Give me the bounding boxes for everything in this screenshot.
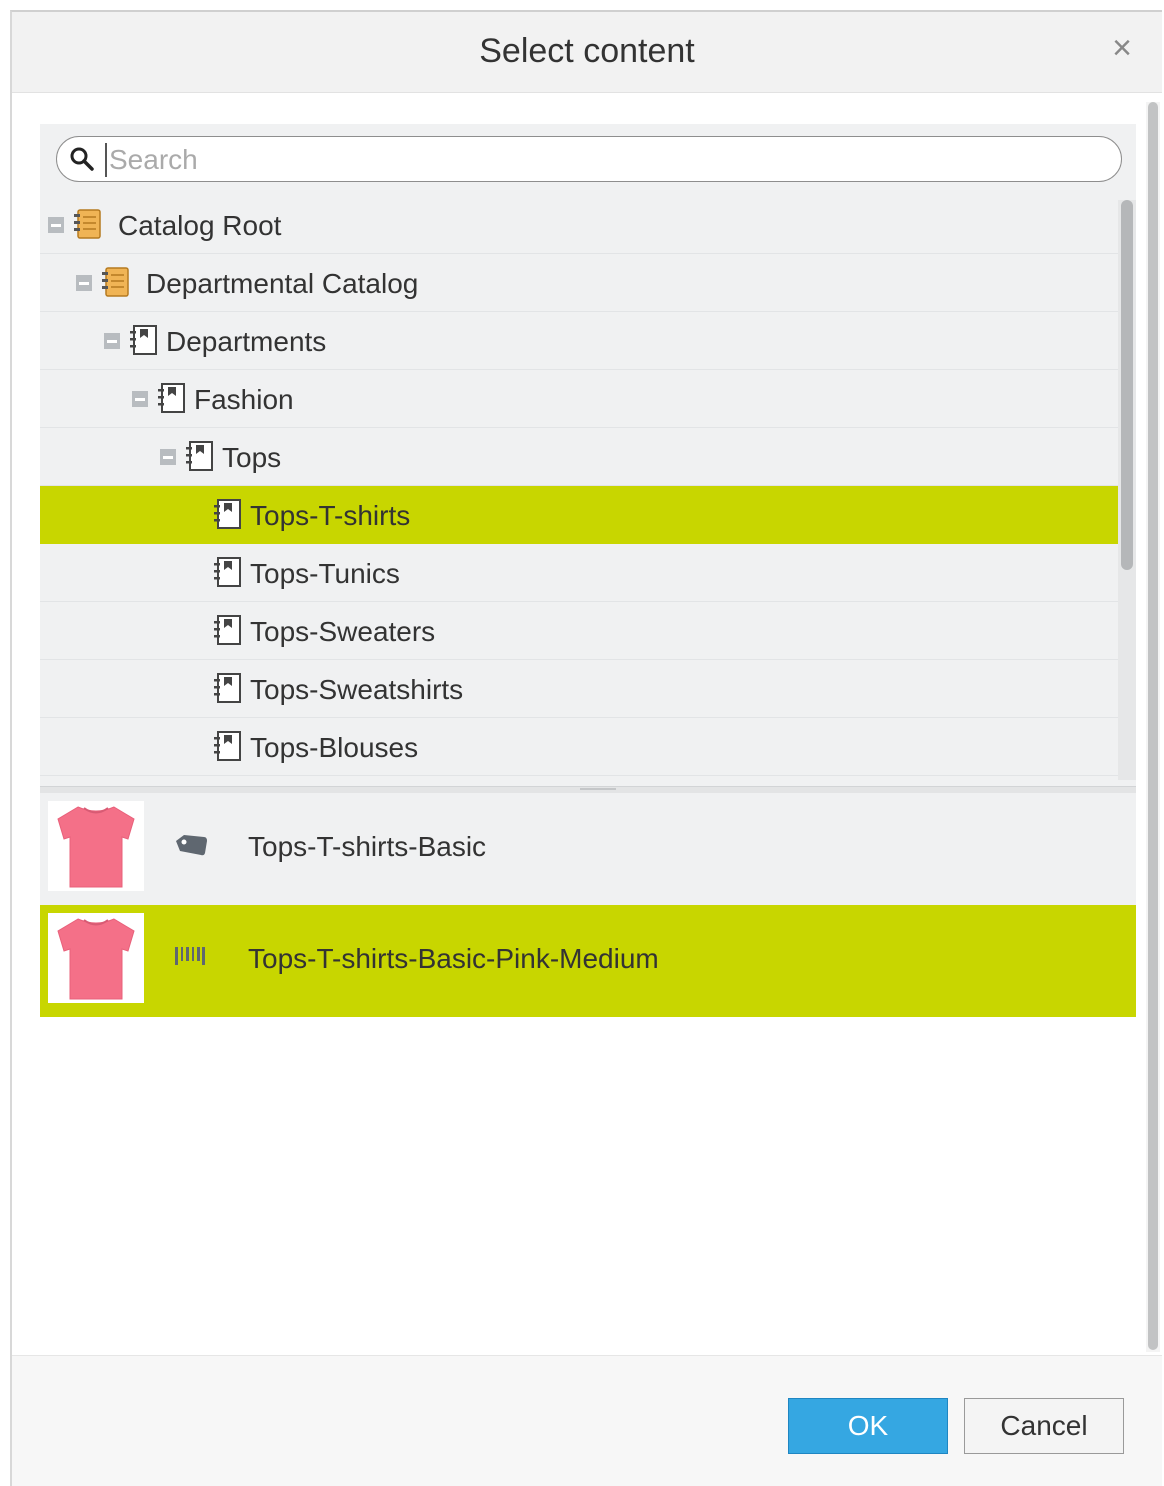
product-thumbnail bbox=[48, 801, 144, 891]
panel-splitter[interactable] bbox=[40, 786, 1136, 793]
tree-node-label: Tops-Sweaters bbox=[250, 616, 436, 647]
tree-node-label: Fashion bbox=[194, 384, 294, 415]
result-label: Tops-T-shirts-Basic bbox=[248, 831, 487, 862]
category-icon bbox=[128, 324, 158, 361]
product-thumbnail bbox=[48, 913, 144, 1003]
category-icon bbox=[212, 672, 242, 709]
category-icon bbox=[156, 382, 186, 419]
tree-row[interactable]: Tops-T-shirts bbox=[40, 486, 1118, 544]
dialog-footer: OK Cancel bbox=[12, 1355, 1162, 1486]
dialog-titlebar: Select content × bbox=[12, 12, 1162, 93]
tree-scrollbar[interactable] bbox=[1118, 200, 1136, 780]
tree-rows: Catalog Root Departmental Catalog Departme… bbox=[40, 196, 1136, 776]
search-box bbox=[56, 136, 1122, 182]
collapse-toggle-icon[interactable] bbox=[48, 217, 64, 233]
tree-node-label: Tops-Tunics bbox=[250, 558, 400, 589]
tree-node-label: Tops-T-shirts bbox=[250, 500, 411, 531]
tree-node-label: Tops bbox=[222, 442, 282, 473]
results-list: Tops-T-shirts-Basic Tops-T-shirts-Basic-P… bbox=[40, 793, 1136, 1017]
collapse-toggle-icon[interactable] bbox=[76, 275, 92, 291]
tree-row[interactable]: Tops-Tunics bbox=[40, 544, 1118, 602]
category-icon bbox=[184, 440, 214, 477]
ok-button[interactable]: OK bbox=[788, 1398, 948, 1454]
tree-node-label: Tops-Sweatshirts bbox=[250, 674, 464, 705]
result-label: Tops-T-shirts-Basic-Pink-Medium bbox=[248, 943, 659, 974]
tree-node-label: Tops-Blouses bbox=[250, 732, 419, 763]
tree-row[interactable]: Catalog Root bbox=[40, 196, 1118, 254]
tree-scrollbar-thumb[interactable] bbox=[1121, 200, 1133, 570]
sku-barcode-icon bbox=[174, 945, 206, 972]
category-icon bbox=[212, 498, 242, 535]
tree-node-label: Departmental Catalog bbox=[146, 268, 419, 299]
catalog-icon bbox=[72, 208, 102, 245]
tree-row[interactable]: Tops-Blouses bbox=[40, 718, 1118, 776]
search-icon bbox=[70, 147, 94, 171]
tree-row[interactable]: Tops-Sweaters bbox=[40, 602, 1118, 660]
search-input[interactable] bbox=[105, 143, 1111, 177]
collapse-toggle-icon[interactable] bbox=[132, 391, 148, 407]
tree-row[interactable]: Tops bbox=[40, 428, 1118, 486]
dialog-title: Select content bbox=[479, 32, 695, 70]
dialog-scrollbar[interactable] bbox=[1146, 102, 1160, 1352]
collapse-toggle-icon[interactable] bbox=[104, 333, 120, 349]
product-tag-icon bbox=[174, 833, 208, 862]
tree-node-label: Departments bbox=[166, 326, 327, 357]
search-bar bbox=[40, 124, 1136, 196]
dialog-body: Catalog Root Departmental Catalog Departme… bbox=[40, 124, 1136, 1017]
tree-row[interactable]: Departments bbox=[40, 312, 1118, 370]
category-icon bbox=[212, 730, 242, 767]
catalog-icon bbox=[100, 266, 130, 303]
category-icon bbox=[212, 556, 242, 593]
tree-node-label: Catalog Root bbox=[118, 210, 282, 241]
tree-row[interactable]: Tops-Sweatshirts bbox=[40, 660, 1118, 718]
catalog-tree: Catalog Root Departmental Catalog Departme… bbox=[40, 196, 1136, 786]
result-row[interactable]: Tops-T-shirts-Basic-Pink-Medium bbox=[40, 905, 1136, 1017]
result-row[interactable]: Tops-T-shirts-Basic bbox=[40, 793, 1136, 905]
splitter-grip[interactable] bbox=[580, 788, 616, 790]
close-icon[interactable]: × bbox=[1112, 30, 1132, 66]
collapse-toggle-icon[interactable] bbox=[160, 449, 176, 465]
select-content-dialog: Select content × Catalog Root Departmenta… bbox=[10, 10, 1162, 1486]
category-icon bbox=[212, 614, 242, 651]
cancel-button[interactable]: Cancel bbox=[964, 1398, 1124, 1454]
tree-row[interactable]: Departmental Catalog bbox=[40, 254, 1118, 312]
tree-row[interactable]: Fashion bbox=[40, 370, 1118, 428]
dialog-scrollbar-thumb[interactable] bbox=[1148, 102, 1158, 1350]
